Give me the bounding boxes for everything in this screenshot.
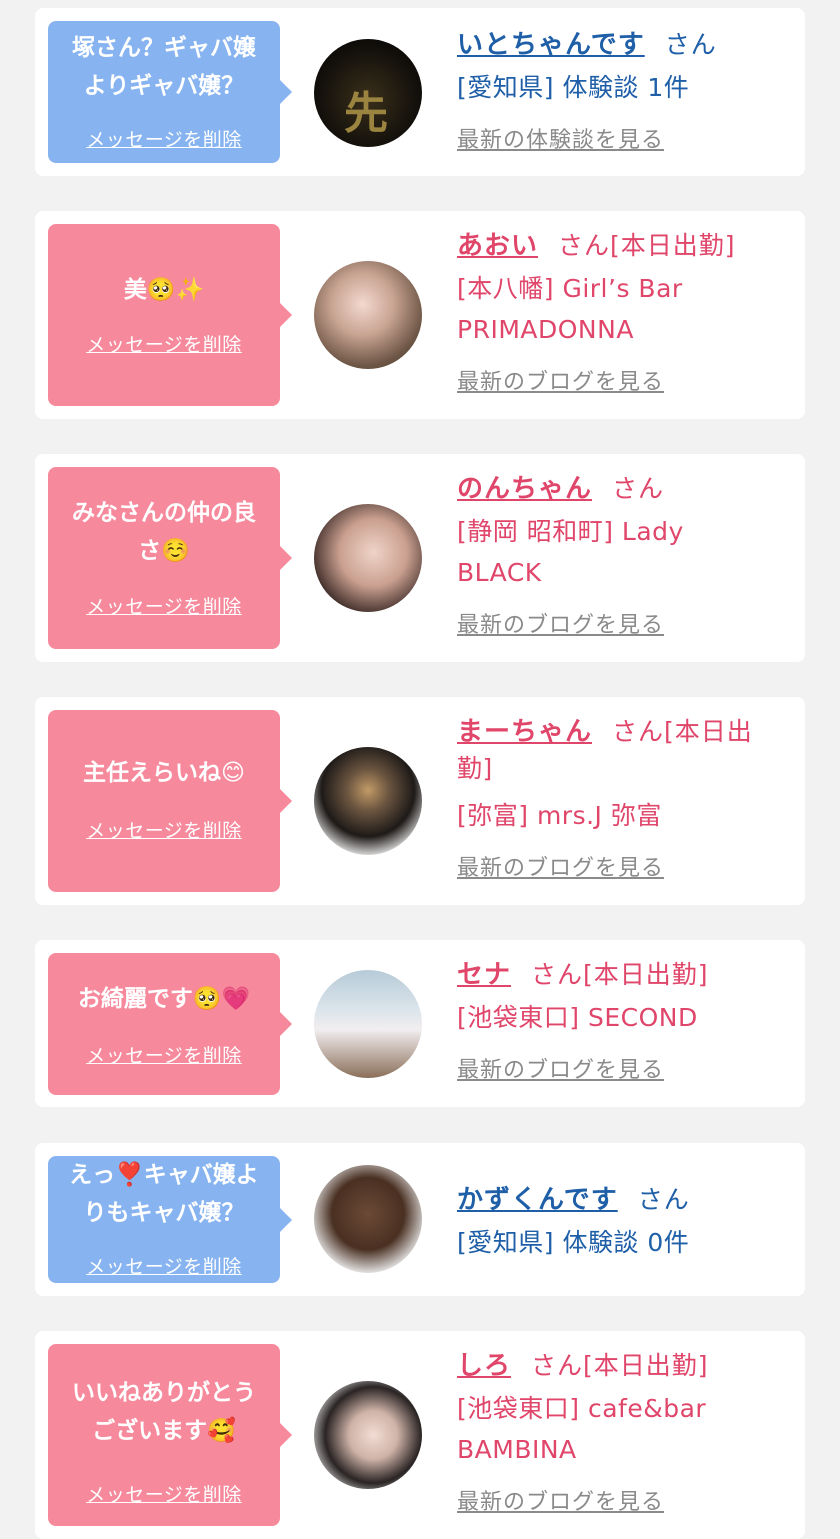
- view-latest-link[interactable]: 最新のブログを見る: [457, 850, 785, 882]
- user-info: セナ さん[本日出勤] [池袋東口] SECOND 最新のブログを見る: [457, 954, 785, 1084]
- shop-detail: [静岡 昭和町] Lady: [457, 517, 684, 546]
- delete-message-link[interactable]: メッセージを削除: [48, 816, 280, 843]
- avatar[interactable]: [314, 970, 422, 1078]
- name-suffix: さん[本日出勤]: [531, 1351, 709, 1380]
- avatar-kanji-graphic: 先: [344, 88, 388, 139]
- message-card: お綺麗です🥺💗 メッセージを削除 セナ さん[本日出勤] [池袋東口] SECON…: [35, 940, 805, 1107]
- delete-message-link[interactable]: メッセージを削除: [48, 125, 280, 152]
- message-bubble: 美🥺✨ メッセージを削除: [48, 224, 292, 406]
- shop-detail: [弥富] mrs.J 弥富: [457, 801, 662, 830]
- message-text: お綺麗です🥺💗: [77, 986, 251, 1012]
- name-suffix: さん: [637, 1185, 690, 1214]
- user-name-link[interactable]: まーちゃん: [457, 717, 592, 747]
- name-suffix: さん[本日出: [612, 717, 753, 746]
- user-name-link[interactable]: かずくんです: [457, 1185, 618, 1215]
- message-text: 美🥺✨: [123, 277, 205, 303]
- delete-message-link[interactable]: メッセージを削除: [48, 1480, 280, 1507]
- message-bubble: いいねありがとう ございます🥰 メッセージを削除: [48, 1344, 292, 1526]
- message-card: えっ❣️キャバ嬢よ りもキャバ嬢？ メッセージを削除 かずくんです さん [愛知県]…: [35, 1143, 805, 1296]
- name-suffix: さん: [612, 474, 665, 503]
- shop-detail: PRIMADONNA: [457, 315, 634, 344]
- view-latest-link[interactable]: 最新のブログを見る: [457, 607, 785, 639]
- name-suffix: さん[本日出勤]: [558, 231, 736, 260]
- message-bubble: みなさんの仲の良 さ☺️ メッセージを削除: [48, 467, 292, 649]
- delete-message-link[interactable]: メッセージを削除: [48, 592, 280, 619]
- delete-message-link[interactable]: メッセージを削除: [48, 1252, 280, 1279]
- message-bubble: 塚さん？ギャバ嬢 よりギャバ嬢？ メッセージを削除: [48, 21, 292, 163]
- user-name-link[interactable]: しろ: [457, 1351, 511, 1381]
- user-info: あおい さん[本日出勤] [本八幡] Girl’s Bar PRIMADONNA …: [457, 225, 785, 396]
- name-suffix-continued: 勤]: [457, 754, 493, 783]
- delete-message-link[interactable]: メッセージを削除: [48, 330, 280, 357]
- user-info: まーちゃん さん[本日出 勤] [弥富] mrs.J 弥富 最新のブログを見る: [457, 711, 785, 882]
- message-card: 塚さん？ギャバ嬢 よりギャバ嬢？ メッセージを削除 先 いとちゃんです さん [愛知…: [35, 8, 805, 176]
- view-latest-link[interactable]: 最新のブログを見る: [457, 1484, 785, 1516]
- message-text: 塚さん？ギャバ嬢 よりギャバ嬢？: [72, 35, 256, 99]
- view-latest-link[interactable]: 最新の体験談を見る: [457, 122, 785, 154]
- message-text: えっ❣️キャバ嬢よ りもキャバ嬢？: [69, 1162, 259, 1226]
- avatar[interactable]: 先: [314, 39, 422, 147]
- user-detail: [愛知県] 体験談 1件: [457, 73, 690, 102]
- user-detail: [愛知県] 体験談 0件: [457, 1228, 690, 1257]
- user-name-link[interactable]: あおい: [457, 231, 538, 261]
- message-card: 美🥺✨ メッセージを削除 あおい さん[本日出勤] [本八幡] Girl’s Ba…: [35, 211, 805, 419]
- message-bubble: えっ❣️キャバ嬢よ りもキャバ嬢？ メッセージを削除: [48, 1156, 292, 1283]
- shop-detail: [池袋東口] cafe&bar: [457, 1394, 707, 1423]
- shop-detail: [池袋東口] SECOND: [457, 1003, 698, 1032]
- view-latest-link[interactable]: 最新のブログを見る: [457, 364, 785, 396]
- message-text: いいねありがとう ございます🥰: [72, 1380, 256, 1444]
- user-name-link[interactable]: いとちゃんです: [457, 30, 645, 60]
- name-suffix: さん: [664, 30, 717, 59]
- name-suffix: さん[本日出勤]: [531, 960, 709, 989]
- shop-detail: BAMBINA: [457, 1435, 577, 1464]
- delete-message-link[interactable]: メッセージを削除: [48, 1041, 280, 1068]
- user-name-link[interactable]: のんちゃん: [457, 474, 592, 504]
- user-info: いとちゃんです さん [愛知県] 体験談 1件 最新の体験談を見る: [457, 24, 785, 154]
- avatar[interactable]: [314, 1165, 422, 1273]
- avatar[interactable]: [314, 261, 422, 369]
- message-card: いいねありがとう ございます🥰 メッセージを削除 しろ さん[本日出勤] [池袋東口…: [35, 1331, 805, 1539]
- user-info: しろ さん[本日出勤] [池袋東口] cafe&bar BAMBINA 最新のブロ…: [457, 1345, 785, 1516]
- user-info: かずくんです さん [愛知県] 体験談 0件: [457, 1179, 785, 1263]
- message-bubble: お綺麗です🥺💗 メッセージを削除: [48, 953, 292, 1095]
- shop-detail: [本八幡] Girl’s Bar: [457, 274, 683, 303]
- message-card: 主任えらいね😊 メッセージを削除 まーちゃん さん[本日出 勤] [弥富] mrs…: [35, 697, 805, 905]
- message-bubble: 主任えらいね😊 メッセージを削除: [48, 710, 292, 892]
- message-text: みなさんの仲の良 さ☺️: [72, 500, 256, 564]
- user-name-link[interactable]: セナ: [457, 960, 511, 990]
- message-card: みなさんの仲の良 さ☺️ メッセージを削除 のんちゃん さん [静岡 昭和町] La…: [35, 454, 805, 662]
- avatar[interactable]: [314, 1381, 422, 1489]
- view-latest-link[interactable]: 最新のブログを見る: [457, 1052, 785, 1084]
- shop-detail: BLACK: [457, 558, 542, 587]
- avatar[interactable]: [314, 504, 422, 612]
- avatar[interactable]: [314, 747, 422, 855]
- user-info: のんちゃん さん [静岡 昭和町] Lady BLACK 最新のブログを見る: [457, 468, 785, 639]
- message-text: 主任えらいね😊: [83, 760, 245, 786]
